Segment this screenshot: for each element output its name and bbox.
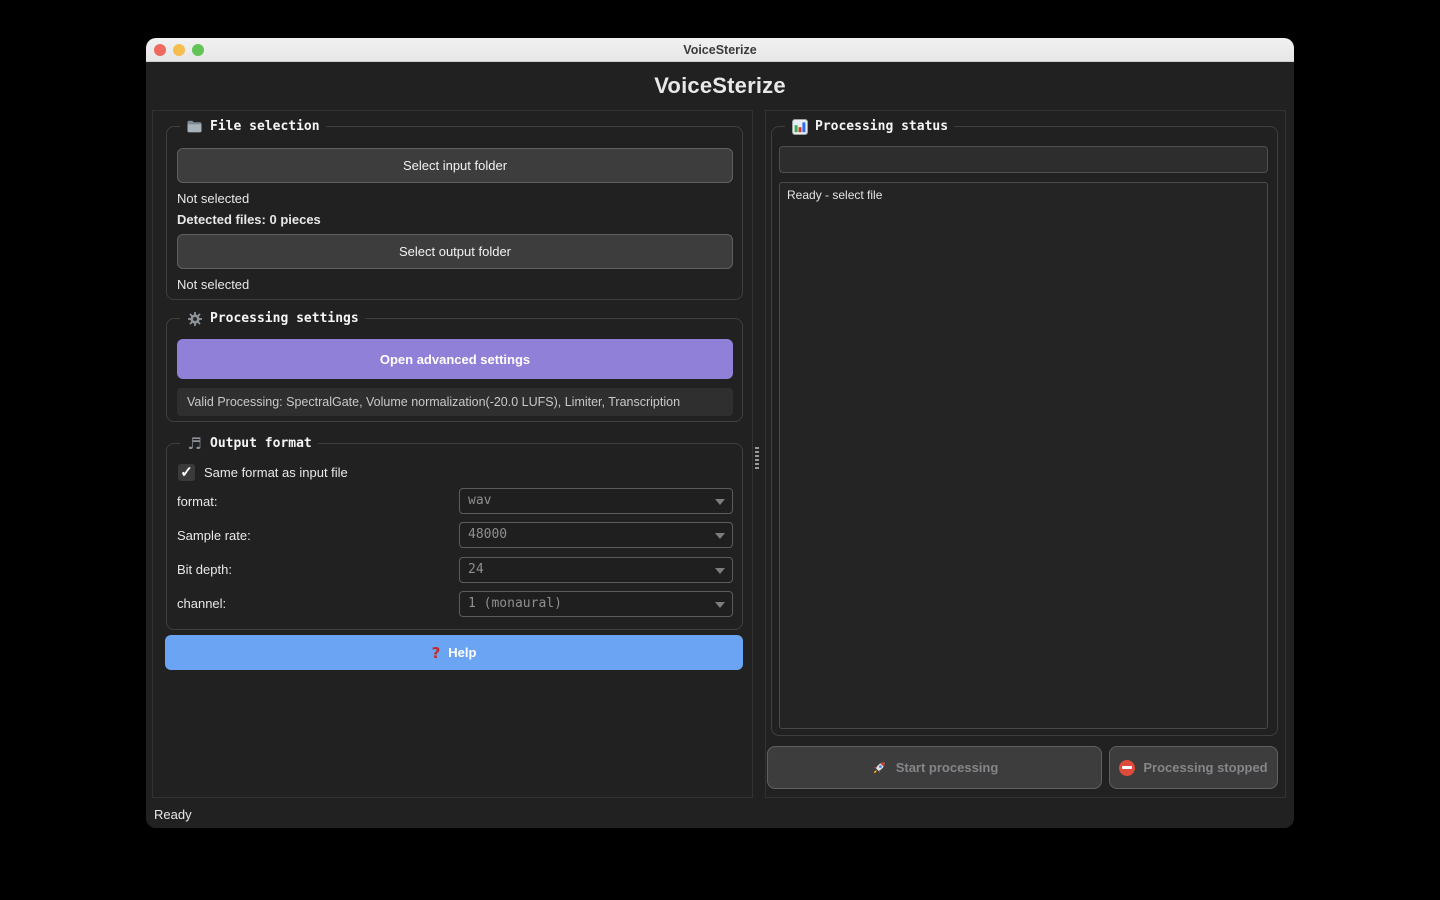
left-pane: File selection Select input folder Not s… [152, 110, 753, 798]
processing-settings-group-label: Processing settings [180, 309, 365, 328]
detected-files-count: Detected files: 0 pieces [177, 212, 321, 227]
start-processing-button-label: Start processing [896, 760, 999, 775]
channel-label: channel: [177, 596, 226, 611]
input-folder-status: Not selected [177, 191, 249, 206]
output-format-group-title: Output format [210, 434, 312, 453]
processing-settings-group: Processing settings Open advanced settin… [166, 318, 743, 422]
file-selection-group: File selection Select input folder Not s… [166, 126, 743, 300]
chevron-down-icon [715, 568, 725, 574]
output-format-group: ♬ Output format ✓ Same format as input f… [166, 443, 743, 630]
gear-icon [186, 310, 203, 327]
output-folder-status: Not selected [177, 277, 249, 292]
bit-depth-dropdown-value: 24 [468, 558, 484, 582]
stop-processing-button-label: Processing stopped [1143, 760, 1267, 775]
format-label: format: [177, 494, 217, 509]
window-title: VoiceSterize [146, 38, 1294, 62]
sample-rate-dropdown[interactable]: 48000 [459, 522, 733, 548]
app-window: VoiceSterize VoiceSterize File selec [146, 38, 1294, 828]
open-advanced-settings-button[interactable]: Open advanced settings [177, 339, 733, 379]
desktop-background: VoiceSterize VoiceSterize File selec [0, 0, 1440, 900]
output-format-group-label: ♬ Output format [180, 434, 318, 453]
same-format-checkbox[interactable]: ✓ Same format as input file [178, 464, 348, 481]
chevron-down-icon [715, 533, 725, 539]
start-processing-button[interactable]: Start processing [767, 746, 1102, 789]
sample-rate-label: Sample rate: [177, 528, 251, 543]
help-button-label: Help [448, 645, 476, 660]
file-selection-group-label: File selection [180, 117, 326, 136]
channel-dropdown[interactable]: 1 (monaural) [459, 591, 733, 617]
file-selection-group-title: File selection [210, 117, 320, 136]
folder-icon [186, 118, 203, 135]
channel-dropdown-value: 1 (monaural) [468, 592, 562, 616]
app-heading: VoiceSterize [146, 73, 1294, 99]
checkmark-icon[interactable]: ✓ [178, 464, 195, 481]
bit-depth-dropdown[interactable]: 24 [459, 557, 733, 583]
titlebar: VoiceSterize [146, 38, 1294, 62]
music-note-icon: ♬ [186, 435, 203, 452]
processing-log[interactable]: Ready - select file [779, 182, 1268, 729]
rocket-icon [871, 759, 888, 776]
sample-rate-dropdown-value: 48000 [468, 523, 507, 547]
no-entry-icon [1119, 760, 1135, 776]
format-dropdown-value: wav [468, 489, 491, 513]
processing-summary: Valid Processing: SpectralGate, Volume n… [177, 388, 733, 416]
stop-processing-button[interactable]: Processing stopped [1109, 746, 1278, 789]
select-output-folder-button[interactable]: Select output folder [177, 234, 733, 269]
bar-chart-icon [791, 118, 808, 135]
window-content: VoiceSterize File selection Sele [146, 62, 1294, 828]
status-bar: Ready [146, 800, 1294, 828]
right-pane: Processing status Ready - select file [765, 110, 1286, 798]
processing-settings-group-title: Processing settings [210, 309, 359, 328]
processing-status-group-label: Processing status [785, 117, 954, 136]
bit-depth-label: Bit depth: [177, 562, 232, 577]
question-mark-icon: ? [432, 644, 441, 662]
pane-splitter-handle[interactable] [755, 447, 759, 469]
select-input-folder-button[interactable]: Select input folder [177, 148, 733, 183]
status-bar-text: Ready [154, 807, 192, 822]
same-format-checkbox-label: Same format as input file [204, 465, 348, 480]
progress-bar [779, 146, 1268, 173]
help-button[interactable]: ? Help [165, 635, 743, 670]
chevron-down-icon [715, 602, 725, 608]
format-dropdown[interactable]: wav [459, 488, 733, 514]
chevron-down-icon [715, 499, 725, 505]
processing-status-group: Processing status Ready - select file [771, 126, 1278, 736]
processing-status-group-title: Processing status [815, 117, 948, 136]
